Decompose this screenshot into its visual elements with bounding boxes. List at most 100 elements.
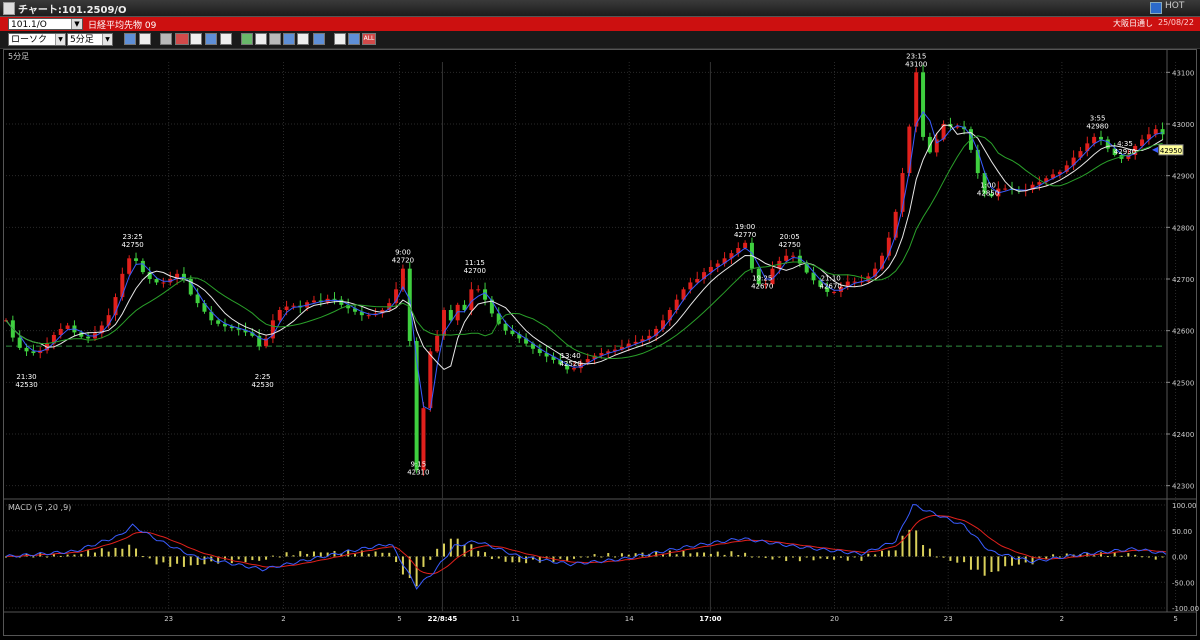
- macd-histogram-bar: [819, 556, 822, 559]
- candle-down: [332, 298, 337, 300]
- macd-histogram-bar: [538, 556, 541, 563]
- macd-histogram-bar: [46, 556, 49, 558]
- x-tick-label: 11: [511, 615, 520, 623]
- macd-histogram-bar: [559, 556, 562, 559]
- macd-histogram-bar: [826, 556, 829, 559]
- macd-y-tick-label: 50.00: [1172, 528, 1192, 536]
- macd-histogram-bar: [59, 555, 62, 557]
- annotation-price: 42530: [251, 381, 273, 389]
- macd-histogram-bar: [579, 556, 582, 558]
- candle-down: [503, 323, 508, 331]
- y-tick-label: 42300: [1172, 483, 1194, 491]
- annotation-price: 42720: [392, 257, 414, 265]
- candle-up: [832, 291, 837, 293]
- macd-histogram-bar: [100, 548, 103, 557]
- macd-histogram-bar: [504, 556, 507, 562]
- macd-histogram-bar: [319, 552, 322, 557]
- macd-histogram-bar: [169, 556, 172, 567]
- macd-histogram-bar: [627, 554, 630, 557]
- candle-down: [448, 310, 453, 321]
- macd-histogram-bar: [839, 556, 842, 558]
- annotation-time: 21:30: [16, 373, 36, 381]
- macd-histogram-bar: [853, 556, 856, 558]
- macd-histogram-bar: [607, 553, 610, 557]
- macd-histogram-bar: [812, 556, 815, 561]
- annotation-price: 42670: [820, 283, 842, 291]
- ma-mid-line: [5, 124, 1163, 371]
- macd-histogram-bar: [1134, 554, 1137, 557]
- candle-up: [743, 242, 748, 248]
- annotation-price: 42750: [121, 241, 143, 249]
- macd-histogram-bar: [292, 555, 295, 557]
- annotation-price: 42750: [778, 241, 800, 249]
- candle-up: [120, 273, 125, 298]
- candle-up: [291, 305, 296, 307]
- annotation-time: 13:40: [561, 352, 581, 360]
- annotation-time: 2:25: [255, 373, 271, 381]
- annotation-price: 42520: [559, 360, 581, 368]
- y-tick-label: 42400: [1172, 431, 1194, 439]
- last-price-label: 42950: [1160, 147, 1182, 155]
- macd-histogram-bar: [354, 554, 357, 557]
- y-tick-label: 42600: [1172, 328, 1194, 336]
- macd-histogram-bar: [518, 556, 521, 563]
- annotation-price: 42770: [734, 231, 756, 239]
- macd-y-tick-label: -100.00: [1172, 605, 1199, 613]
- macd-histogram-bar: [675, 554, 678, 557]
- candle-down: [975, 149, 980, 174]
- macd-histogram-bar: [525, 556, 528, 564]
- macd-histogram-bar: [463, 544, 466, 557]
- macd-histogram-bar: [586, 556, 589, 558]
- ma-long-line: [5, 135, 1163, 359]
- macd-histogram-bar: [176, 556, 179, 564]
- macd-histogram-bar: [1141, 556, 1144, 558]
- candle-up: [311, 300, 316, 303]
- macd-histogram-bar: [730, 551, 733, 557]
- macd-histogram-bar: [668, 550, 671, 557]
- candle-up: [572, 368, 577, 370]
- annotation-time: 20:05: [780, 233, 800, 241]
- annotation-time: 1:00: [980, 182, 996, 190]
- macd-histogram-bar: [32, 556, 35, 558]
- candle-up: [914, 72, 919, 127]
- macd-histogram-bar: [956, 556, 959, 563]
- macd-histogram-bar: [928, 548, 931, 557]
- y-tick-label: 42500: [1172, 379, 1194, 387]
- last-price-arrow-icon: [1152, 146, 1158, 153]
- candle-up: [476, 289, 481, 291]
- macd-histogram-bar: [87, 550, 90, 557]
- candle-down: [86, 336, 91, 339]
- annotation-time: 4:35: [1117, 140, 1133, 148]
- macd-histogram-bar: [285, 552, 288, 557]
- candlestick-chart[interactable]: 23 2 5 22/8:45 11 14 17:00 20 23 2 5 43100 43000 4290…: [0, 0, 1200, 640]
- macd-histogram-bar: [744, 552, 747, 557]
- candle-up: [852, 281, 857, 283]
- macd-histogram-bar: [894, 550, 897, 557]
- macd-histogram-bar: [381, 552, 384, 557]
- macd-histogram-bar: [93, 552, 96, 557]
- candle-up: [65, 325, 70, 329]
- macd-histogram-bar: [860, 556, 863, 561]
- annotation-price: 42700: [464, 267, 486, 275]
- candle-down: [31, 351, 36, 354]
- macd-histogram-bar: [1004, 556, 1007, 567]
- candle-down: [1098, 136, 1103, 140]
- macd-histogram-bar: [1154, 556, 1157, 560]
- macd-histogram-bar: [997, 556, 1000, 572]
- macd-histogram-bar: [922, 545, 925, 557]
- candle-up: [161, 282, 166, 284]
- macd-histogram-bar: [244, 556, 247, 563]
- macd-histogram-bar: [1120, 555, 1123, 557]
- x-tick-label: 22/8:45: [428, 615, 458, 623]
- macd-histogram-bar: [716, 551, 719, 557]
- macd-histogram-bar: [265, 556, 268, 560]
- candle-up: [907, 126, 912, 174]
- macd-histogram-bar: [395, 556, 398, 563]
- macd-histogram-bar: [203, 556, 206, 565]
- macd-histogram-bar: [388, 552, 391, 557]
- annotation-time: 11:15: [465, 259, 485, 267]
- macd-histogram-bar: [436, 548, 439, 557]
- candle-up: [366, 315, 371, 317]
- macd-histogram-bar: [614, 556, 617, 558]
- x-tick-label: 2: [1060, 615, 1064, 623]
